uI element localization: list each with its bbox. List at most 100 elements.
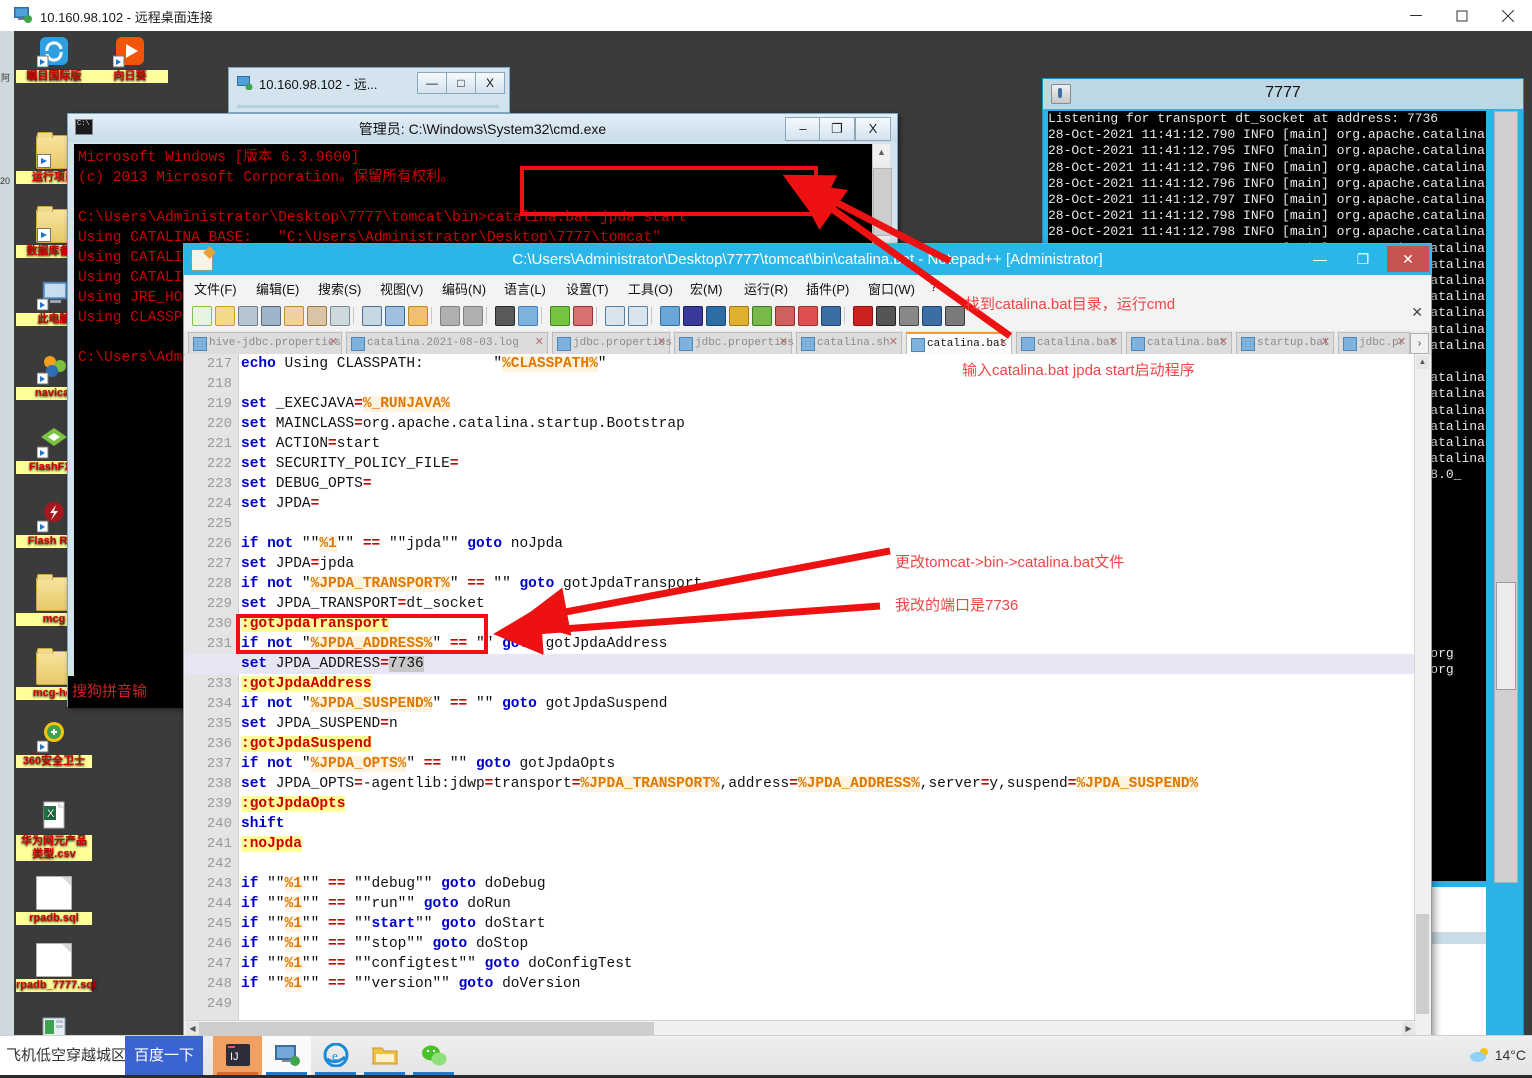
macro-stop-icon[interactable] [798,306,818,326]
new-file-icon[interactable] [192,306,212,326]
desktop-icon-rpadb-7777-sql[interactable]: rpadb_7777.sql [16,943,96,992]
editor-tab[interactable]: catalina.bat ✕ [1016,332,1122,355]
editor-horizontal-scrollbar[interactable]: ◀ ▶ [185,1020,1416,1035]
baidu-search-button[interactable]: 百度一下 [125,1036,203,1075]
editor-scroll-left-icon[interactable]: ◀ [186,1022,199,1035]
menu-item-1[interactable]: 编辑(E) [256,279,299,298]
rdp-maximize-button[interactable] [1439,0,1485,31]
code-line[interactable]: set JPDA= [241,494,1411,514]
stop-icon[interactable] [876,306,896,326]
close-icon[interactable]: ✕ [1219,333,1228,354]
taskbar-app-file-explorer[interactable] [360,1036,409,1075]
desktop-icon-360[interactable]: 360安全卫士 [16,721,92,768]
notepadpp-menubar[interactable]: 文件(F) 编辑(E) 搜索(S) 视图(V) 编码(N) 语言(L) 设置(T) 工具(O)… [184,275,1431,302]
notepadpp-titlebar[interactable]: C:\Users\Administrator\Desktop\7777\tomc… [184,244,1431,275]
notepadpp-maximize-button[interactable]: ❐ [1342,246,1384,272]
code-line[interactable]: set MAINCLASS=org.apache.catalina.startu… [241,414,1411,434]
code-line[interactable]: if not ""%1"" == ""jpda"" goto noJpda [241,534,1411,554]
desktop-icon-huawei-csv[interactable]: X 华为网元产品类型.csv [16,801,92,861]
close-icon[interactable]: ✕ [1397,333,1406,354]
code-line[interactable]: shift [241,814,1411,834]
open-file-icon[interactable] [215,306,235,326]
notepadpp-minimize-button[interactable]: — [1299,246,1341,272]
code-line[interactable]: set _EXECJAVA=%_RUNJAVA% [241,394,1411,414]
editor-tab[interactable]: jdbc.properties ✕ [552,332,672,355]
map-icon[interactable] [752,306,772,326]
code-line[interactable]: :noJpda [241,834,1411,854]
code-content[interactable]: echo Using CLASSPATH: "%CLASSPATH%" set … [185,354,1418,1035]
close-file-icon[interactable] [284,306,304,326]
show-symbol-icon[interactable] [683,306,703,326]
menu-item-9[interactable]: 运行(R) [744,279,788,298]
code-line[interactable]: set SECURITY_POLICY_FILE= [241,454,1411,474]
code-editor[interactable]: 217 218 219 220 221 222 223 224 225 226 227 228 229 2… [185,354,1418,1035]
editor-tab[interactable]: jdbc.pr ✕ [1338,332,1410,355]
close-document-button[interactable]: ✕ [1411,304,1423,321]
code-line[interactable]: if not "%JPDA_SUSPEND%" == "" goto gotJp… [241,694,1411,714]
zoom-in-icon[interactable] [550,306,570,326]
close-icon[interactable]: ✕ [999,334,1008,355]
close-icon[interactable]: ✕ [657,333,666,354]
editor-tab[interactable]: jdbc.properties ✕ [674,332,794,355]
code-line[interactable]: set ACTION=start [241,434,1411,454]
rdp-close-button[interactable] [1485,0,1531,31]
code-line[interactable]: set JPDA_SUSPEND=n [241,714,1411,734]
zoom-out-icon[interactable] [573,306,593,326]
code-line[interactable]: if ""%1"" == ""start"" goto doStart [241,914,1411,934]
close-icon[interactable]: ✕ [329,333,338,354]
cut-icon[interactable] [362,306,382,326]
tab-scroll-right-icon[interactable]: › [1410,333,1429,354]
code-line[interactable]: set JPDA_OPTS=-agentlib:jdwp=transport=%… [241,774,1411,794]
java-scroll-thumb[interactable] [1496,582,1516,690]
taskbar-app-wechat[interactable] [409,1036,458,1075]
code-line[interactable]: echo Using CLASSPATH: "%CLASSPATH%" [241,354,1411,374]
notepadpp-close-button[interactable]: ✕ [1387,246,1429,272]
remote-desktop-surface[interactable]: 阿 20 瞩目国际版 向日葵 运行项目 数据库备份 此电脑 navicat Fl… [0,31,1532,1035]
menu-item-3[interactable]: 视图(V) [380,279,423,298]
desktop-icon-chromedriver[interactable]: chrome driver [16,1016,92,1035]
macro-play-icon[interactable] [821,306,841,326]
editor-vertical-scrollbar[interactable]: ▲ ▼ [1414,354,1430,1035]
code-line[interactable]: if ""%1"" == ""debug"" goto doDebug [241,874,1411,894]
editor-scroll-right-icon[interactable]: ▶ [1402,1022,1415,1035]
cmd-maximize-button[interactable]: ❐ [819,117,855,141]
java-console-titlebar[interactable]: 7777 [1043,79,1523,109]
close-all-icon[interactable] [307,306,327,326]
rdp-minimize-button[interactable] [1393,0,1439,31]
taskbar[interactable]: 飞机低空穿越城区 2... 百度一下 IJ e 14°C [0,1035,1532,1075]
cmd-titlebar[interactable]: 管理员: C:\Windows\System32\cmd.exe – ❐ X [68,114,897,142]
code-line[interactable]: set JPDA=jpda [241,554,1411,574]
code-line[interactable]: :gotJpdaOpts [241,794,1411,814]
editor-tab[interactable]: catalina.sh ✕ [796,332,902,355]
code-line[interactable]: if ""%1"" == ""stop"" goto doStop [241,934,1411,954]
desktop-icon-rpadb-sql[interactable]: rpadb.sql [16,876,92,925]
code-line[interactable]: if ""%1"" == ""run"" goto doRun [241,894,1411,914]
editor-tab[interactable]: hive-jdbc.properties ✕ [188,332,342,355]
close-icon[interactable]: ✕ [1109,333,1118,354]
menu-item-7[interactable]: 工具(O) [628,279,673,298]
playback-icon[interactable] [899,306,919,326]
rdp-child-minimize-button[interactable]: — [417,72,447,94]
redo-icon[interactable] [463,306,483,326]
rdp-child-titlebar[interactable]: 10.160.98.102 - 远... — □ X [228,67,510,113]
code-line[interactable]: if not "%JPDA_TRANSPORT%" == "" goto got… [241,574,1411,594]
menu-item-0[interactable]: 文件(F) [194,279,237,298]
code-line[interactable]: if ""%1"" == ""configtest"" goto doConfi… [241,954,1411,974]
menu-item-2[interactable]: 搜索(S) [318,279,361,298]
taskbar-app-intellij-idea[interactable]: IJ [213,1036,262,1075]
run-multiple-icon[interactable] [945,306,965,326]
code-line[interactable]: set DEBUG_OPTS= [241,474,1411,494]
code-line[interactable]: set JPDA_TRANSPORT=dt_socket [241,594,1411,614]
code-line[interactable]: if not "%JPDA_OPTS%" == "" goto gotJpdaO… [241,754,1411,774]
sync-h-icon[interactable] [628,306,648,326]
code-line[interactable] [241,374,1411,394]
close-icon[interactable]: ✕ [535,333,544,354]
taskbar-weather[interactable]: 14°C [1469,1036,1526,1075]
notepadpp-toolbar[interactable] [184,301,1431,331]
code-line[interactable]: :gotJpdaAddress [241,674,1411,694]
code-line[interactable]: if ""%1"" == ""version"" goto doVersion [241,974,1411,994]
code-line[interactable]: set JPDA_ADDRESS=7736 [185,654,1418,674]
cmd-scroll-up-icon[interactable]: ▲ [873,144,890,161]
find-icon[interactable] [495,306,515,326]
code-line[interactable]: :gotJpdaSuspend [241,734,1411,754]
